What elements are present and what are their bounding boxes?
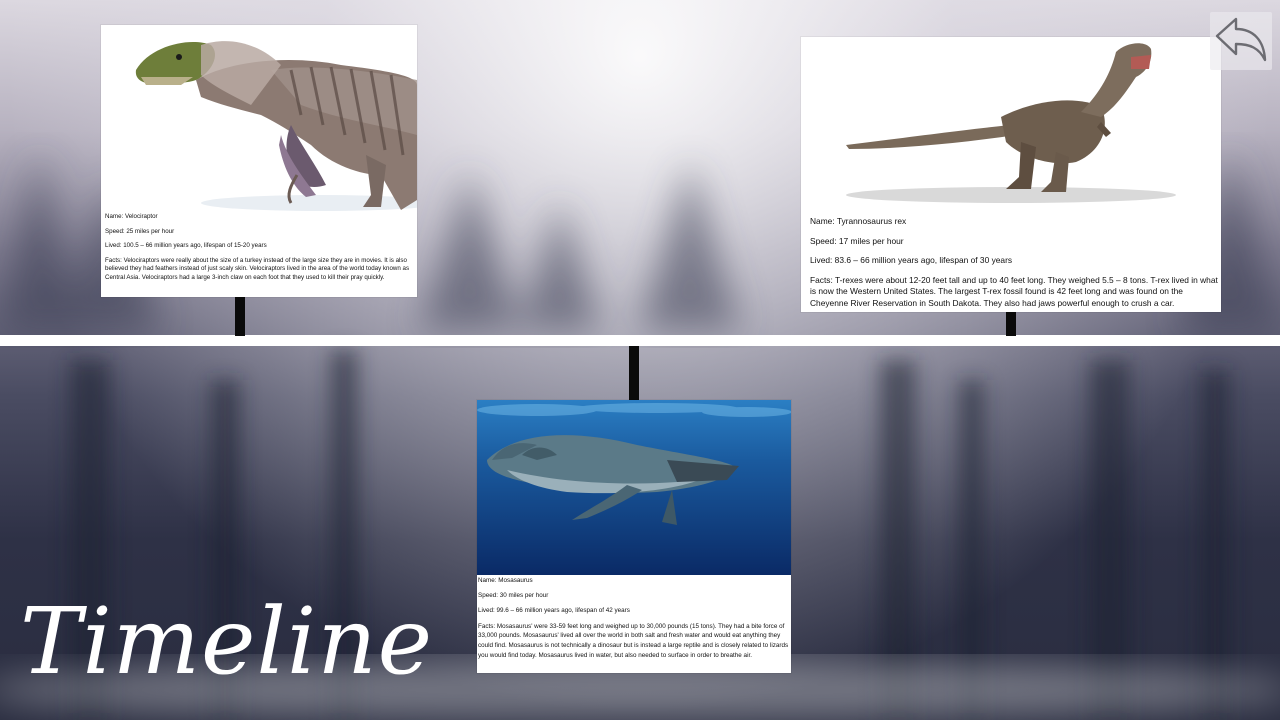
timeline-connector-trex bbox=[1006, 312, 1016, 336]
velociraptor-card[interactable]: Name: Velociraptor Speed: 25 miles per h… bbox=[101, 25, 417, 297]
trex-card[interactable]: Name: Tyrannosaurus rex Speed: 17 miles … bbox=[801, 37, 1221, 312]
velociraptor-image bbox=[101, 25, 417, 211]
mosasaurus-facts: Facts: Mosasaurus' were 33-59 feet long … bbox=[478, 622, 789, 659]
mosasaurus-speed: Speed: 30 miles per hour bbox=[478, 592, 549, 600]
velociraptor-speed: Speed: 25 miles per hour bbox=[105, 227, 175, 235]
timeline-connector-mosasaurus bbox=[629, 346, 639, 400]
mosasaurus-image bbox=[477, 400, 791, 575]
back-button[interactable] bbox=[1210, 12, 1272, 70]
mosasaurus-lived: Lived: 99.6 – 66 million years ago, life… bbox=[478, 607, 630, 615]
trex-speed: Speed: 17 miles per hour bbox=[810, 235, 904, 246]
trex-facts: Facts: T-rexes were about 12-20 feet tal… bbox=[810, 274, 1218, 308]
timeline-connector-velociraptor bbox=[235, 296, 245, 336]
mosasaurus-name: Name: Mosasaurus bbox=[478, 577, 533, 584]
trex-name: Name: Tyrannosaurus rex bbox=[810, 216, 907, 226]
tyrannosaurus-image bbox=[801, 37, 1221, 212]
velociraptor-name: Name: Velociraptor bbox=[105, 213, 158, 220]
back-arrow-icon bbox=[1215, 17, 1267, 62]
page-title: Timeline bbox=[20, 588, 434, 695]
timeline-line bbox=[0, 335, 1280, 346]
mosasaurus-card[interactable]: Name: Mosasaurus Speed: 30 miles per hou… bbox=[477, 400, 791, 673]
velociraptor-facts: Facts: Velociraptors were really about t… bbox=[105, 257, 410, 281]
velociraptor-lived: Lived: 100.5 – 66 million years ago, lif… bbox=[105, 242, 267, 250]
trex-lived: Lived: 83.6 – 66 million years ago, life… bbox=[810, 255, 1013, 265]
